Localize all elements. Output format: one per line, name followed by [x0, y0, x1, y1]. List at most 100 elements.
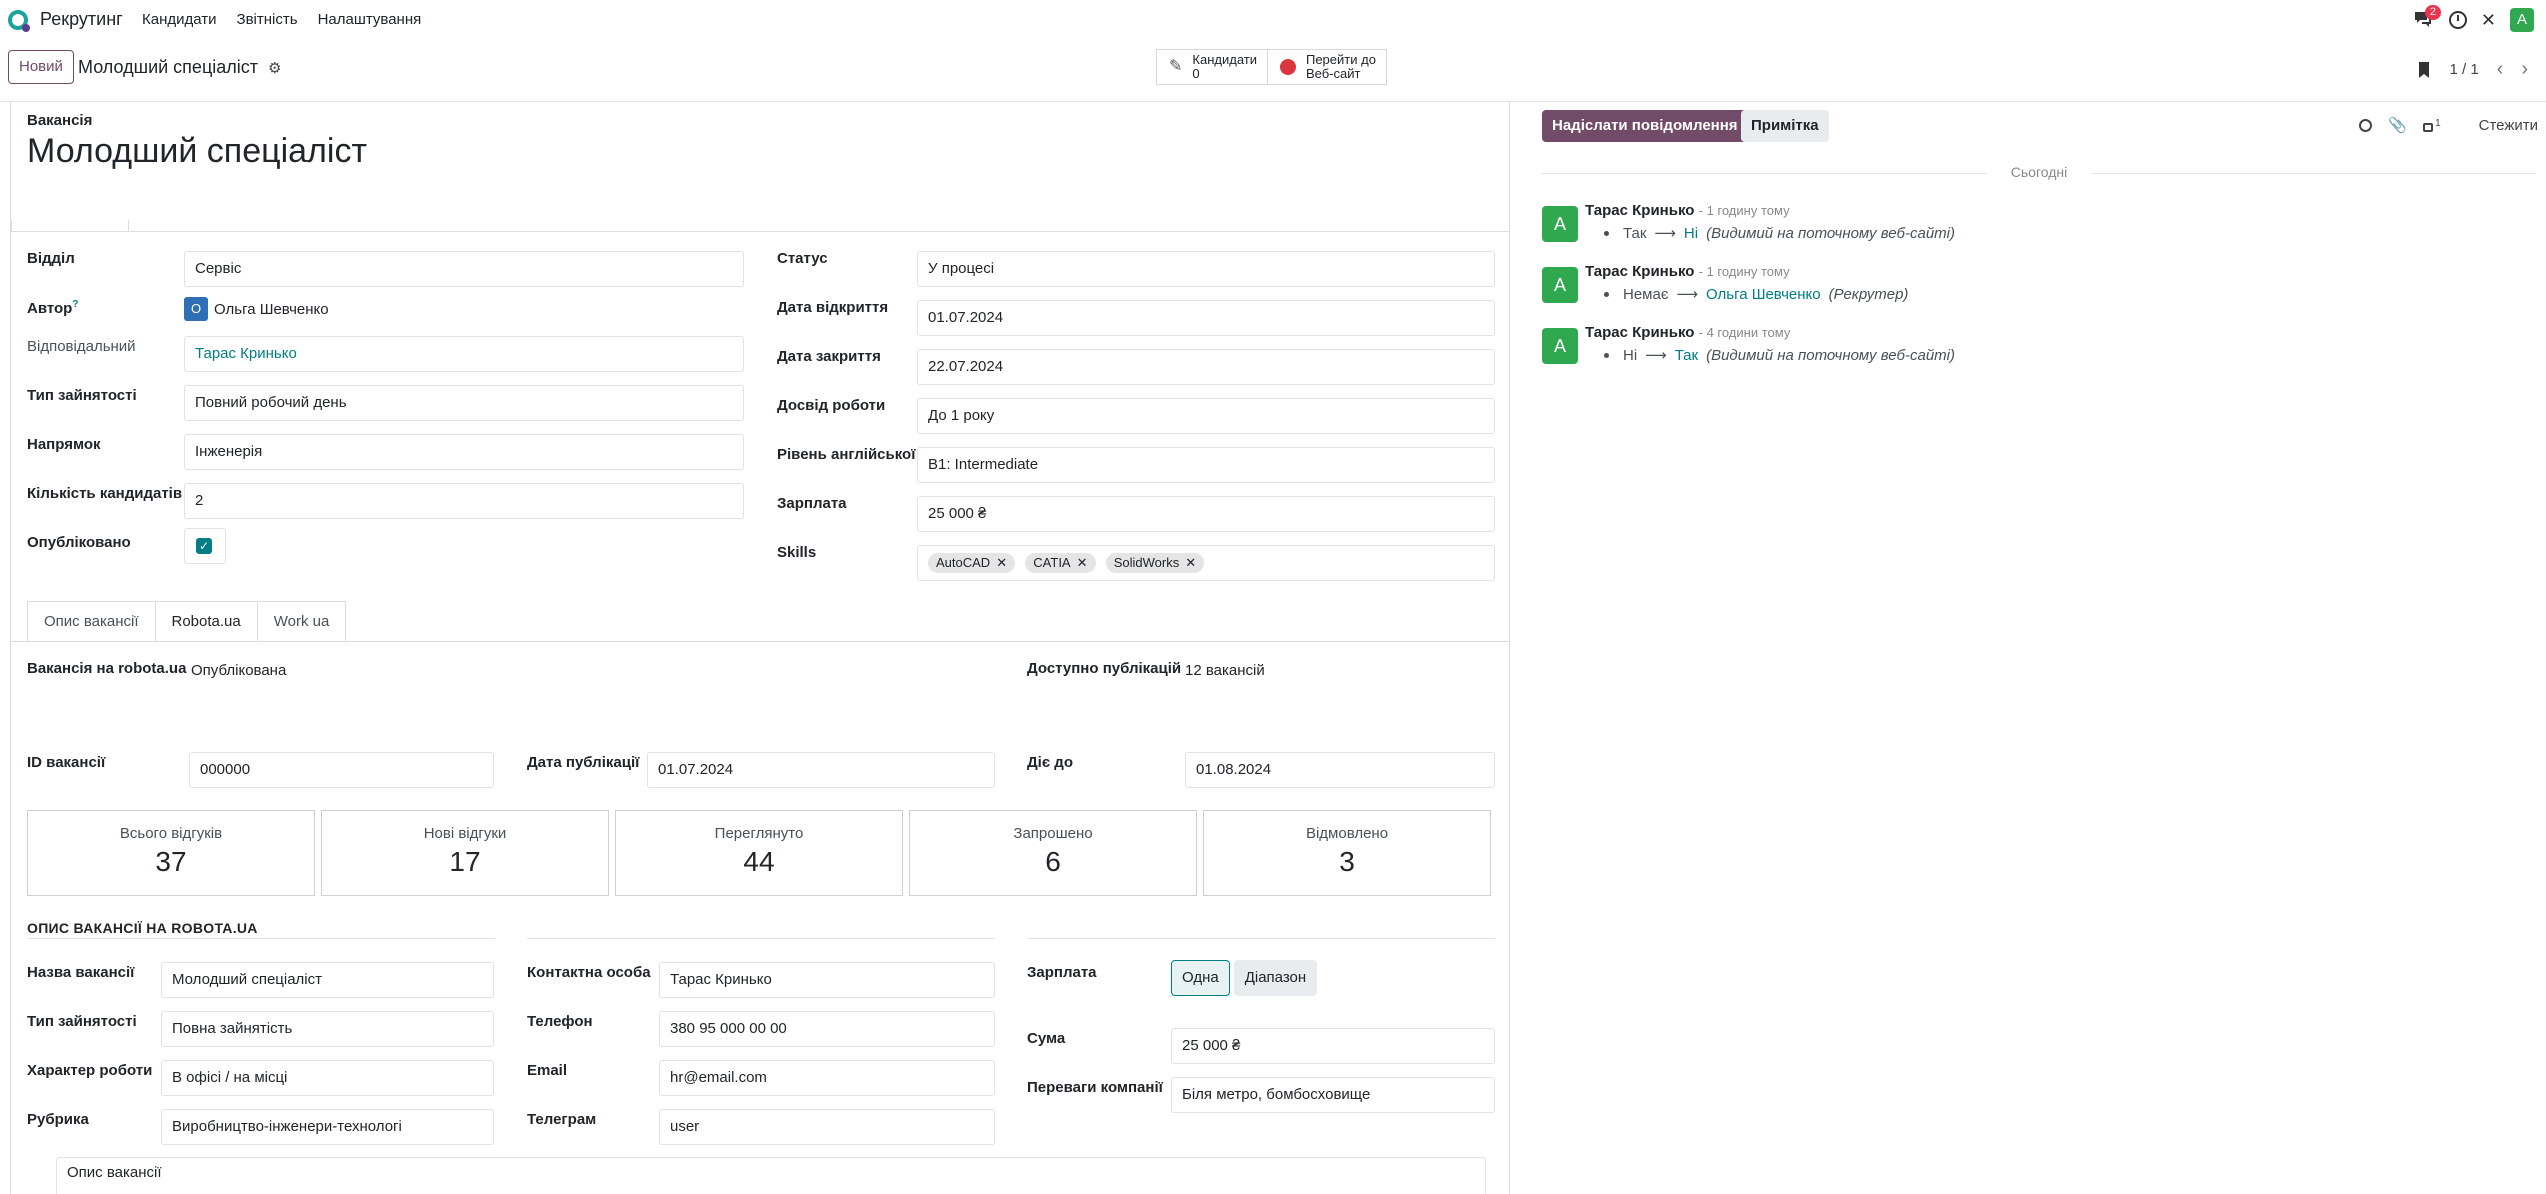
- message-avatar[interactable]: A: [1542, 328, 1578, 364]
- stat-viewed[interactable]: Переглянуто 44: [615, 810, 903, 896]
- employment-type-field[interactable]: Повний робочий день: [184, 385, 744, 421]
- bullet: [1604, 230, 1609, 236]
- message-header: Тарас Кринько - 1 годину тому: [1585, 202, 1790, 219]
- bullet: [1604, 352, 1609, 358]
- new-value[interactable]: Ольга Шевченко: [1706, 286, 1821, 303]
- robota-salary-label: Зарплата: [1027, 964, 1097, 981]
- message-avatar[interactable]: A: [1542, 267, 1578, 303]
- candidates-smart-count: 0: [1192, 66, 1200, 81]
- direction-field[interactable]: Інженерія: [184, 434, 744, 470]
- tracked-field: (Видимий на поточному веб-сайті): [1706, 346, 1955, 364]
- author-avatar: О: [184, 297, 208, 321]
- menu-item-settings[interactable]: Налаштування: [318, 11, 422, 28]
- work-character-field[interactable]: В офісі / на місці: [161, 1060, 494, 1096]
- pager-next-icon[interactable]: ›: [2521, 58, 2528, 81]
- message-avatar[interactable]: A: [1542, 206, 1578, 242]
- salary-option-range[interactable]: Діапазон: [1233, 960, 1318, 996]
- tab-work-ua[interactable]: Work ua: [257, 601, 347, 641]
- message-author[interactable]: Тарас Кринько: [1585, 324, 1694, 341]
- skills-field[interactable]: AutoCAD ✕ CATIA ✕ SolidWorks ✕: [917, 545, 1495, 581]
- search-icon[interactable]: [2359, 118, 2373, 132]
- benefits-field[interactable]: Біля метро, бомбосховище: [1171, 1077, 1495, 1113]
- breadcrumb-title: Молодший спеціаліст: [78, 57, 259, 77]
- available-publications-value: 12 вакансій: [1185, 662, 1265, 679]
- message-author[interactable]: Тарас Кринько: [1585, 263, 1694, 280]
- remove-tag-icon[interactable]: ✕: [1185, 553, 1196, 573]
- telegram-field[interactable]: user: [659, 1109, 995, 1145]
- stat-label: Запрошено: [1013, 825, 1093, 842]
- skill-tag-label: AutoCAD: [936, 555, 991, 570]
- website-smart-button[interactable]: Перейти до Веб-сайт: [1267, 49, 1387, 85]
- paperclip-icon[interactable]: 📎: [2388, 116, 2407, 134]
- close-date-field[interactable]: 22.07.2024: [917, 349, 1495, 385]
- vacancy-title[interactable]: Молодший спеціаліст: [27, 132, 367, 171]
- stat-new-responses[interactable]: Нові відгуки 17: [321, 810, 609, 896]
- stat-total-responses[interactable]: Всього відгуків 37: [27, 810, 315, 896]
- menu-item-reporting[interactable]: Звітність: [237, 11, 298, 28]
- follow-button[interactable]: Стежити: [2479, 117, 2538, 134]
- author-field[interactable]: О Ольга Шевченко: [184, 297, 329, 321]
- app-name[interactable]: Рекрутинг: [40, 9, 123, 30]
- new-button[interactable]: Новий: [8, 50, 74, 84]
- section-divider: [527, 938, 995, 939]
- tab-job-description[interactable]: Опис вакансії: [27, 601, 156, 641]
- candidates-smart-button[interactable]: ✎ Кандидати 0: [1156, 49, 1268, 85]
- responsible-field[interactable]: Тарас Кринько: [184, 336, 744, 372]
- arrow-right-icon: ⟶: [1654, 225, 1676, 242]
- robota-employment-label: Тип зайнятості: [27, 1013, 137, 1030]
- tools-icon[interactable]: ✕: [2481, 10, 2496, 31]
- vacancy-id-field[interactable]: 000000: [189, 752, 494, 788]
- messages-icon[interactable]: 2: [2413, 5, 2442, 31]
- new-value: Ні: [1683, 224, 1699, 242]
- job-description-editor[interactable]: Опис вакансії: [56, 1157, 1486, 1194]
- message-author[interactable]: Тарас Кринько: [1585, 202, 1694, 219]
- valid-until-field[interactable]: 01.08.2024: [1185, 752, 1495, 788]
- stat-value: 44: [743, 846, 775, 877]
- followers-button[interactable]: 1: [2423, 118, 2441, 132]
- candidates-count-field[interactable]: 2: [184, 483, 744, 519]
- sum-label: Сума: [1027, 1030, 1066, 1047]
- send-message-button[interactable]: Надіслати повідомлення: [1542, 110, 1748, 142]
- website-smart-line2: Веб-сайт: [1305, 66, 1361, 81]
- user-avatar[interactable]: A: [2510, 8, 2534, 32]
- message-time: - 4 години тому: [1698, 325, 1791, 340]
- tab-robota-ua[interactable]: Robota.ua: [155, 601, 258, 641]
- published-checkbox[interactable]: ✓: [196, 538, 212, 554]
- pager-previous-icon[interactable]: ‹: [2497, 58, 2504, 81]
- app-logo-icon[interactable]: [8, 10, 30, 32]
- pager-value[interactable]: 1 / 1: [2449, 61, 2478, 78]
- job-name-field[interactable]: Молодший спеціаліст: [161, 962, 494, 998]
- publication-date-field[interactable]: 01.07.2024: [647, 752, 995, 788]
- experience-label: Досвід роботи: [777, 397, 886, 414]
- stat-value: 17: [449, 846, 481, 877]
- activity-clock-icon[interactable]: [2448, 11, 2467, 29]
- open-date-field[interactable]: 01.07.2024: [917, 300, 1495, 336]
- stat-rejected[interactable]: Відмовлено 3: [1203, 810, 1491, 896]
- stat-invited[interactable]: Запрошено 6: [909, 810, 1197, 896]
- stat-label: Всього відгуків: [119, 825, 223, 842]
- tracked-field: (Рекрутер): [1828, 285, 1909, 303]
- contact-person-label: Контактна особа: [527, 964, 651, 981]
- remove-tag-icon[interactable]: ✕: [1077, 553, 1088, 573]
- gear-icon[interactable]: ⚙: [268, 59, 281, 77]
- skill-tag: AutoCAD ✕: [928, 553, 1016, 573]
- status-field[interactable]: У процесі: [917, 251, 1495, 287]
- salary-option-single[interactable]: Одна: [1171, 960, 1230, 996]
- menu-item-candidates[interactable]: Кандидати: [142, 11, 217, 28]
- email-field[interactable]: hr@email.com: [659, 1060, 995, 1096]
- author-help-icon[interactable]: ?: [72, 299, 78, 310]
- rubric-field[interactable]: Виробництво-інженери-технологі: [161, 1109, 494, 1145]
- bookmark-icon[interactable]: [2417, 61, 2431, 79]
- department-field[interactable]: Сервіс: [184, 251, 744, 287]
- sum-field[interactable]: 25 000 ₴: [1171, 1028, 1495, 1064]
- salary-field[interactable]: 25 000 ₴: [917, 496, 1495, 532]
- remove-tag-icon[interactable]: ✕: [996, 553, 1007, 573]
- contact-person-field[interactable]: Тарас Кринько: [659, 962, 995, 998]
- tabs-divider: [11, 641, 1509, 642]
- english-level-field[interactable]: B1: Intermediate: [917, 447, 1495, 483]
- systray: 2 ✕ A: [2413, 5, 2534, 32]
- robota-employment-field[interactable]: Повна зайнятість: [161, 1011, 494, 1047]
- log-note-button[interactable]: Примітка: [1741, 110, 1829, 142]
- phone-field[interactable]: 380 95 000 00 00: [659, 1011, 995, 1047]
- experience-field[interactable]: До 1 року: [917, 398, 1495, 434]
